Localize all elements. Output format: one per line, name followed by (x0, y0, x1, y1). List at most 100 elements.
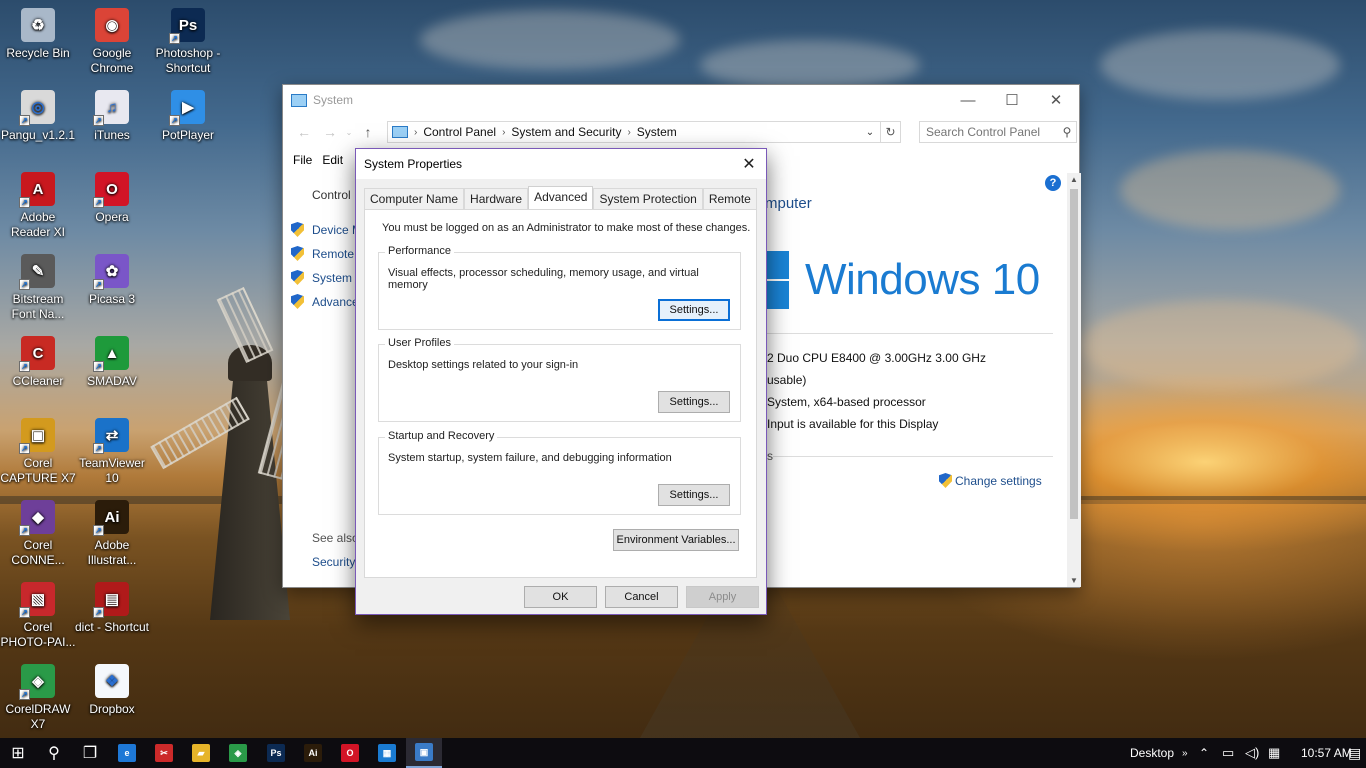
desktop-icon-label: TeamViewer 10 (79, 456, 145, 485)
desktop-icon[interactable]: ♫ ↗ iTunes (74, 90, 150, 143)
advanced-tab-panel: You must be logged on as an Administrato… (364, 209, 757, 578)
toolbar-expand-icon[interactable]: » (1182, 738, 1188, 768)
coreldraw-taskbar-icon[interactable]: ◈ (220, 738, 256, 768)
system-taskbar-icon[interactable]: ▣ (406, 738, 442, 768)
see-also-security-link[interactable]: Security (312, 555, 355, 569)
search-field[interactable]: ⚲ (919, 121, 1077, 143)
scroll-down-icon[interactable]: ▼ (1067, 576, 1081, 585)
file-explorer-icon[interactable]: ▰ (183, 738, 219, 768)
desktop-icon[interactable]: A ↗ Adobe Reader XI (0, 172, 76, 240)
left-link-system-protection[interactable]: System p (291, 270, 362, 285)
tab-hardware[interactable]: Hardware (464, 188, 529, 209)
up-icon[interactable]: ↑ (355, 124, 381, 140)
desktop-icon-label: Corel CONNE... (11, 538, 65, 567)
desktop-icon[interactable]: ◉ Google Chrome (74, 8, 150, 76)
tab-system-protection[interactable]: System Protection (593, 188, 703, 209)
system-icon (291, 93, 307, 107)
chevron-right-icon: › (502, 126, 506, 138)
network-icon[interactable]: ▭ (1222, 738, 1234, 768)
desktop-icon[interactable]: Ps ↗ Photoshop - Shortcut (150, 8, 226, 76)
illustrator-taskbar-icon[interactable]: Ai (295, 738, 331, 768)
photoshop-taskbar-icon[interactable]: Ps (258, 738, 294, 768)
system-window-title: System (313, 93, 354, 107)
snipping-icon[interactable]: ✂ (146, 738, 182, 768)
shortcut-arrow-icon: ↗ (169, 115, 180, 126)
maximize-button[interactable]: ☐ (989, 85, 1035, 115)
left-link-device-manager[interactable]: Device M (291, 222, 362, 237)
tray-overflow-icon[interactable]: ⌃ (1199, 738, 1209, 768)
desktop-icon-label: PotPlayer (161, 128, 215, 142)
startup-recovery-settings-button[interactable]: Settings... (658, 484, 730, 506)
desktop-icon[interactable]: Ai ↗ Adobe Illustrat... (74, 500, 150, 568)
address-bar[interactable]: › Control Panel › System and Security › … (387, 121, 881, 143)
desktop-icon-label: Recycle Bin (6, 46, 70, 60)
desktop-icon[interactable]: ❖ Dropbox (74, 664, 150, 717)
shortcut-arrow-icon: ↗ (19, 443, 30, 454)
apply-button[interactable]: Apply (686, 586, 759, 608)
illustrator-icon: Ai ↗ (93, 500, 129, 536)
performance-settings-button[interactable]: Settings... (658, 299, 730, 321)
tab-advanced[interactable]: Advanced (528, 186, 594, 209)
task-view-icon[interactable]: ❐ (72, 738, 108, 768)
desktop-icon[interactable]: ✎ ↗ Bitstream Font Na... (0, 254, 76, 322)
desktop-icon[interactable]: ✿ ↗ Picasa 3 (74, 254, 150, 307)
ccleaner-icon: C ↗ (19, 336, 55, 372)
breadcrumb-control-panel[interactable]: Control Panel (423, 125, 496, 139)
menu-file[interactable]: File (293, 153, 312, 167)
left-link-advanced[interactable]: Advance (291, 294, 359, 309)
volume-icon[interactable]: ◁) (1245, 738, 1259, 768)
desktop-toolbar-label[interactable]: Desktop (1130, 738, 1174, 768)
desktop-icon[interactable]: ▲ ↗ SMADAV (74, 336, 150, 389)
left-link-remote[interactable]: Remote (291, 246, 354, 261)
control-panel-taskbar-icon[interactable]: ▦ (369, 738, 405, 768)
desktop-icon[interactable]: ◈ ↗ CorelDRAW X7 (0, 664, 76, 732)
desktop-icon[interactable]: ◎ ↗ Pangu_v1.2.1 (0, 90, 76, 143)
scrollbar[interactable]: ▲ ▼ (1067, 173, 1081, 587)
refresh-icon[interactable]: ↻ (881, 121, 901, 143)
start-icon[interactable]: ⊞ (0, 738, 36, 768)
tab-computer-name[interactable]: Computer Name (364, 188, 465, 209)
dialog-close-icon[interactable]: ✕ (732, 149, 766, 179)
desktop-icon[interactable]: C ↗ CCleaner (0, 336, 76, 389)
keyboard-icon[interactable]: ▦ (1268, 738, 1280, 768)
desktop-icon[interactable]: ▶ ↗ PotPlayer (150, 90, 226, 143)
shortcut-arrow-icon: ↗ (93, 525, 104, 536)
user-profiles-settings-button[interactable]: Settings... (658, 391, 730, 413)
corel-photopaint-icon: ▧ ↗ (19, 582, 55, 618)
chevron-right-icon: › (627, 126, 631, 138)
dialog-titlebar[interactable]: System Properties (356, 149, 766, 179)
menu-edit[interactable]: Edit (322, 153, 343, 167)
change-settings-link[interactable]: Change settings (939, 473, 1042, 488)
help-icon[interactable]: ? (1045, 175, 1061, 191)
desktop-icon[interactable]: ♻ Recycle Bin (0, 8, 76, 61)
breadcrumb-system-security[interactable]: System and Security (511, 125, 621, 139)
cancel-button[interactable]: Cancel (605, 586, 678, 608)
ok-button[interactable]: OK (524, 586, 597, 608)
scroll-up-icon[interactable]: ▲ (1067, 175, 1081, 184)
scrollbar-thumb[interactable] (1070, 189, 1078, 519)
opera-taskbar-icon[interactable]: O (332, 738, 368, 768)
desktop-icon-label: SMADAV (87, 374, 137, 388)
desktop-icon-label: Corel PHOTO-PAI... (0, 620, 76, 649)
search-input[interactable] (926, 125, 1058, 139)
clock[interactable]: 10:57 AM (1301, 738, 1352, 768)
desktop-icon[interactable]: ◆ ↗ Corel CONNE... (0, 500, 76, 568)
tab-remote[interactable]: Remote (702, 188, 757, 209)
desktop-icon[interactable]: ▤ ↗ dict - Shortcut (74, 582, 150, 635)
desktop-icon[interactable]: O ↗ Opera (74, 172, 150, 225)
search-icon[interactable]: ⚲ (36, 738, 72, 768)
back-icon[interactable]: ← (291, 124, 317, 140)
close-button[interactable]: ✕ (1033, 85, 1079, 115)
breadcrumb-system[interactable]: System (637, 125, 677, 139)
action-center-icon[interactable]: ▤ (1348, 738, 1361, 768)
environment-variables-button[interactable]: Environment Variables... (613, 529, 739, 551)
desktop-icon[interactable]: ⇄ ↗ TeamViewer 10 (74, 418, 150, 486)
forward-icon[interactable]: → (317, 124, 343, 140)
user-profiles-title: User Profiles (385, 337, 454, 349)
dropdown-history-icon[interactable]: ⌄ (343, 128, 355, 137)
chevron-down-icon[interactable]: ⌄ (860, 127, 880, 138)
desktop-icon[interactable]: ▣ ↗ Corel CAPTURE X7 (0, 418, 76, 486)
minimize-button[interactable]: — (945, 85, 991, 115)
edge-icon[interactable]: e (109, 738, 145, 768)
desktop-icon[interactable]: ▧ ↗ Corel PHOTO-PAI... (0, 582, 76, 650)
